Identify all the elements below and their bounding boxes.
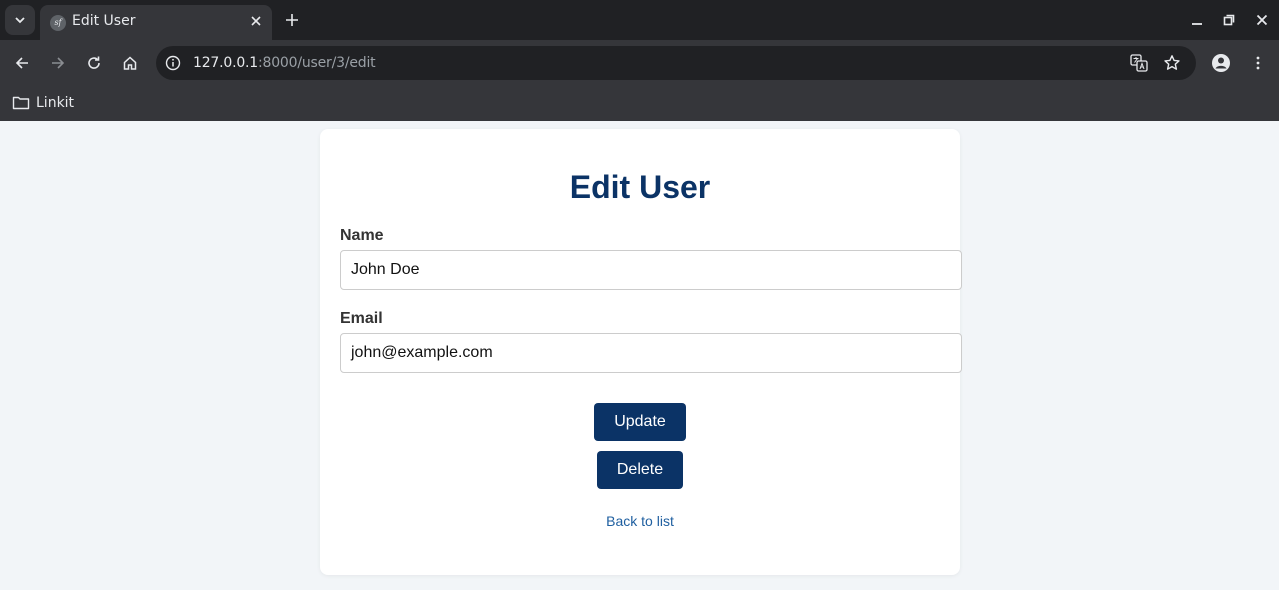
bookmark-star-icon[interactable] bbox=[1163, 54, 1181, 72]
name-input[interactable]: John Doe bbox=[340, 250, 962, 290]
restore-icon[interactable] bbox=[1219, 10, 1239, 30]
profile-avatar-icon[interactable] bbox=[1209, 51, 1233, 75]
bookmarks-bar: Linkit bbox=[0, 85, 1279, 121]
tab-search-button[interactable] bbox=[5, 5, 35, 35]
back-to-list-link[interactable]: Back to list bbox=[320, 513, 960, 529]
url-host: 127.0.0.1 bbox=[193, 55, 258, 71]
email-label: Email bbox=[340, 310, 383, 327]
bookmark-folder-linkit[interactable]: Linkit bbox=[12, 91, 74, 115]
folder-icon bbox=[12, 96, 30, 110]
new-tab-icon[interactable] bbox=[282, 10, 302, 30]
minimize-icon[interactable] bbox=[1187, 10, 1207, 30]
update-button[interactable]: Update bbox=[594, 403, 686, 441]
url-path: :8000/user/3/edit bbox=[258, 55, 376, 71]
forward-arrow-icon[interactable] bbox=[46, 51, 70, 75]
tab-close-icon[interactable] bbox=[248, 13, 264, 29]
back-arrow-icon[interactable] bbox=[10, 51, 34, 75]
tab-title: Edit User bbox=[72, 13, 136, 29]
address-bar[interactable]: 127.0.0.1:8000/user/3/edit bbox=[156, 46, 1196, 80]
tab-strip: sf Edit User bbox=[0, 0, 1279, 40]
site-info-icon[interactable] bbox=[164, 54, 182, 72]
url-text: 127.0.0.1:8000/user/3/edit bbox=[193, 55, 376, 71]
home-icon[interactable] bbox=[118, 51, 142, 75]
bookmark-label: Linkit bbox=[36, 95, 75, 111]
browser-toolbar: 127.0.0.1:8000/user/3/edit bbox=[0, 40, 1279, 85]
chevron-down-icon bbox=[15, 17, 25, 24]
email-input[interactable]: john@example.com bbox=[340, 333, 962, 373]
window-close-icon[interactable] bbox=[1252, 10, 1272, 30]
name-label: Name bbox=[340, 227, 384, 244]
translate-icon[interactable] bbox=[1130, 54, 1148, 72]
delete-button[interactable]: Delete bbox=[597, 451, 683, 489]
browser-tab[interactable]: sf Edit User bbox=[40, 5, 272, 40]
reload-icon[interactable] bbox=[82, 51, 106, 75]
edit-user-card: Edit User Name John Doe Email john@examp… bbox=[320, 129, 962, 575]
site-favicon-icon: sf bbox=[50, 15, 66, 31]
page-title: Edit User bbox=[569, 169, 711, 205]
browser-menu-icon[interactable] bbox=[1246, 51, 1270, 75]
